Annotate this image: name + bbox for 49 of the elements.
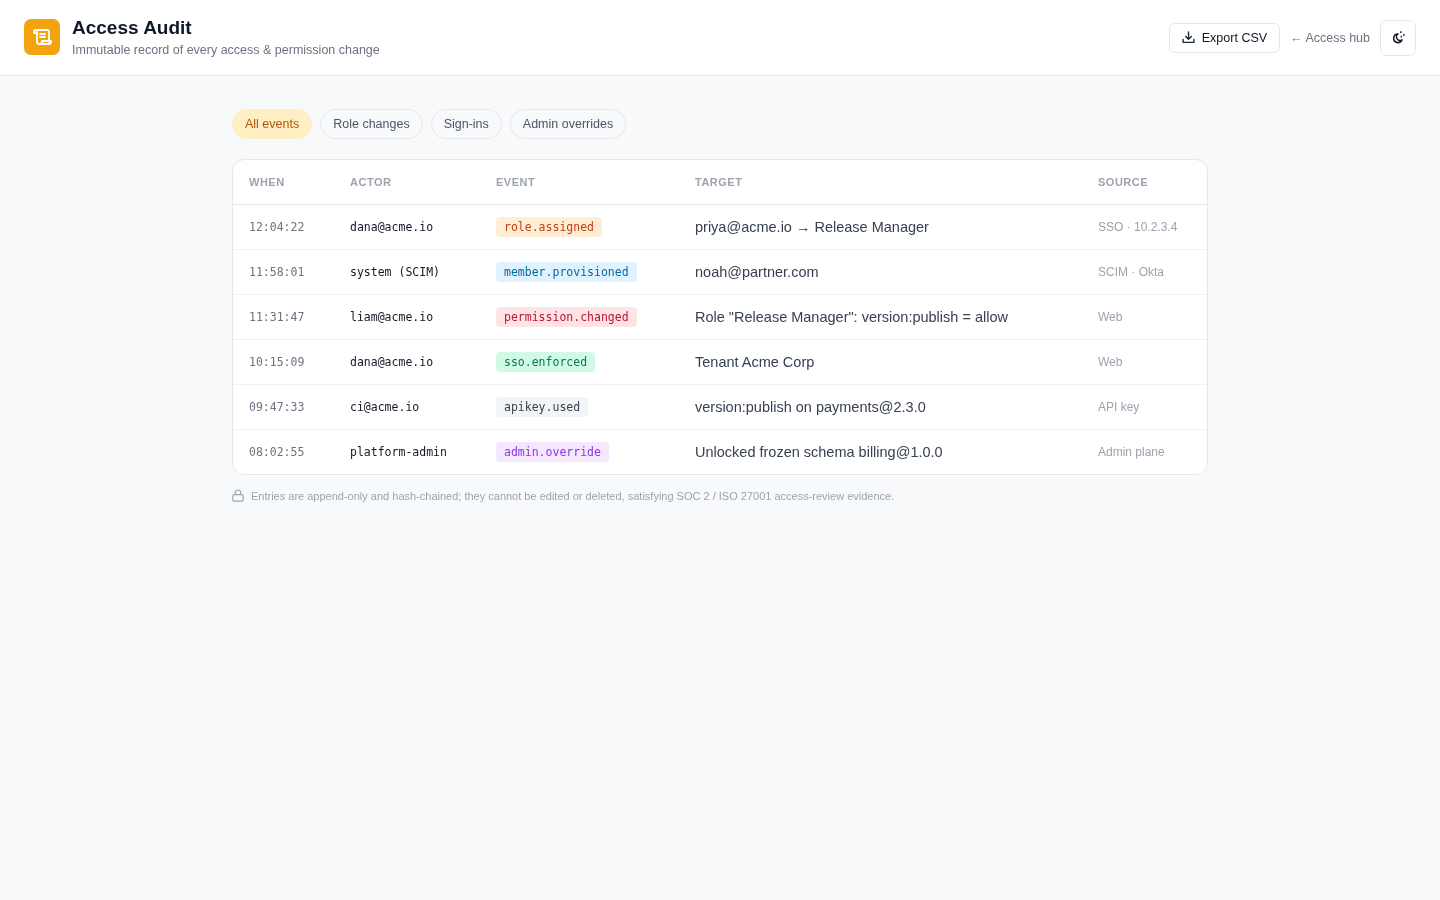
source-cell: API key: [1082, 384, 1207, 430]
moon-icon: [1390, 30, 1406, 45]
theme-toggle-button[interactable]: [1380, 19, 1416, 56]
time-cell: 08:02:55: [233, 429, 334, 474]
filter-chip[interactable]: Role changes: [320, 109, 423, 139]
actor-cell: ci@acme.io: [334, 384, 480, 430]
actor-cell: platform-admin: [334, 429, 480, 474]
event-tag: permission.changed: [496, 307, 637, 327]
column-header: EVENT: [480, 160, 679, 205]
event-tag: admin.override: [496, 442, 609, 462]
event-tag: sso.enforced: [496, 352, 596, 372]
target-cell: priya@acme.io → Release Manager: [679, 204, 1082, 250]
column-header: SOURCE: [1082, 160, 1207, 205]
source-cell: Admin plane: [1082, 429, 1207, 474]
scroll-logo-icon: [24, 19, 60, 55]
event-tag: role.assigned: [496, 217, 602, 237]
event-tag: apikey.used: [496, 397, 589, 417]
actor-cell: dana@acme.io: [334, 204, 480, 250]
target-cell: Role "Release Manager": version:publish = allow: [679, 294, 1082, 340]
actor-cell: liam@acme.io: [334, 294, 480, 340]
target-cell: Tenant Acme Corp: [679, 339, 1082, 385]
event-tag: member.provisioned: [496, 262, 637, 282]
page-title: Access Audit: [72, 17, 193, 39]
source-cell: Web: [1082, 294, 1207, 340]
column-header: TARGET: [679, 160, 1082, 205]
column-header: WHEN: [233, 160, 334, 205]
target-cell: Unlocked frozen schema billing@1.0.0: [679, 429, 1082, 474]
export-csv-button[interactable]: Export CSV: [1168, 22, 1281, 53]
actor-cell: dana@acme.io: [334, 339, 480, 385]
source-cell: SSO · 10.2.3.4: [1082, 204, 1207, 250]
time-cell: 09:47:33: [233, 384, 334, 430]
footnote-text: Entries are append-only and hash-chained; they cannot be edited or deleted, satisfying SOC 2 / ISO 27001 access-review evidence.: [251, 489, 895, 502]
actor-cell: system (SCIM): [334, 249, 480, 295]
target-cell: version:publish on payments@2.3.0: [679, 384, 1082, 430]
time-cell: 10:15:09: [233, 339, 334, 385]
filter-chip[interactable]: All events: [232, 109, 313, 139]
access-hub-link[interactable]: ← Access hub: [1290, 30, 1370, 45]
download-icon: [1181, 31, 1195, 44]
source-cell: Web: [1082, 339, 1207, 385]
time-cell: 12:04:22: [233, 204, 334, 250]
page-subtitle: Immutable record of every access & permission change: [72, 42, 380, 58]
filter-chip[interactable]: Sign-ins: [430, 109, 502, 139]
lock-icon: [232, 489, 244, 502]
time-cell: 11:58:01: [233, 249, 334, 295]
source-cell: SCIM · Okta: [1082, 249, 1207, 295]
filter-chip[interactable]: Admin overrides: [509, 109, 627, 139]
time-cell: 11:31:47: [233, 294, 334, 340]
target-cell: noah@partner.com: [679, 249, 1082, 295]
column-header: ACTOR: [334, 160, 480, 205]
